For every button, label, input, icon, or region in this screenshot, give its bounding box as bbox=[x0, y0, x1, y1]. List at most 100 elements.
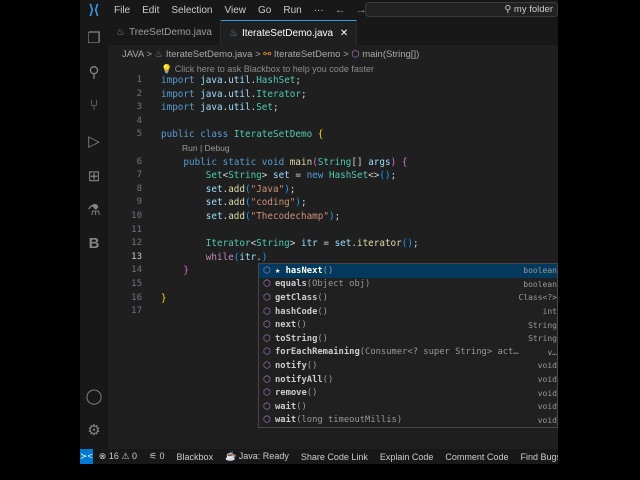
problems-indicator[interactable]: ⊗ 16 ⚠ 0 bbox=[93, 451, 143, 462]
line-number: 7 bbox=[136, 170, 142, 181]
status-blackbox[interactable]: Blackbox bbox=[171, 452, 220, 462]
status-explain-code[interactable]: Explain Code bbox=[374, 452, 440, 462]
extensions-icon[interactable]: ⊞ bbox=[80, 167, 108, 185]
tab-iteratesetdemo[interactable]: ♨ IterateSetDemo.java ✕ bbox=[220, 20, 358, 45]
lightbulb-icon: 💡 bbox=[161, 64, 173, 74]
account-icon[interactable]: ◯ bbox=[80, 387, 108, 405]
method-icon: ⬡ bbox=[263, 415, 271, 426]
code-token: String bbox=[256, 238, 290, 250]
blackbox-icon[interactable]: B bbox=[80, 235, 108, 252]
suggestion-name: equals bbox=[275, 279, 307, 290]
code-token: java bbox=[200, 102, 223, 114]
code-line[interactable]: set.add("Java"); bbox=[161, 184, 296, 195]
code-token: public bbox=[161, 129, 195, 141]
line-number: 16 bbox=[131, 292, 142, 303]
ports-count: 0 bbox=[159, 451, 165, 461]
code-line[interactable]: import java.util.Set; bbox=[161, 102, 279, 113]
breadcrumb-method[interactable]: main(String[]) bbox=[362, 49, 419, 60]
settings-gear-icon[interactable]: ⚙ bbox=[80, 421, 108, 439]
search-icon[interactable]: ⚲ bbox=[80, 63, 108, 81]
line-number: 4 bbox=[136, 115, 142, 126]
explorer-icon[interactable]: ❐ bbox=[80, 29, 108, 47]
suggestion-name: wait bbox=[275, 401, 297, 412]
code-line[interactable]: import java.util.Iterator; bbox=[161, 89, 307, 100]
status-find-bugs[interactable]: Find Bugs bbox=[514, 452, 558, 462]
code-token: [] bbox=[351, 156, 363, 168]
code-line[interactable]: while(itr.) bbox=[161, 251, 268, 263]
menu-run[interactable]: Run bbox=[277, 5, 307, 16]
method-icon: ⬡ bbox=[263, 279, 271, 290]
code-line[interactable]: } bbox=[161, 293, 167, 304]
status-java-ready[interactable]: ☕ Java: Ready bbox=[219, 451, 295, 462]
tab-label: TreeSetDemo.java bbox=[128, 27, 212, 38]
close-tab-icon[interactable]: ✕ bbox=[340, 28, 348, 39]
suggestion-item[interactable]: ⬡ notifyAll() void bbox=[259, 373, 557, 387]
suggestion-name: wait bbox=[275, 415, 297, 426]
suggestion-item[interactable]: ⬡ notify() void bbox=[259, 359, 557, 373]
back-arrow-icon[interactable]: ← bbox=[330, 4, 351, 16]
code-token: Set bbox=[256, 102, 273, 114]
menu-go[interactable]: Go bbox=[252, 5, 277, 16]
suggestion-type: Class<?> bbox=[518, 293, 557, 303]
suggestion-item[interactable]: ⬡ forEachRemaining (Consumer<? super Strin… bbox=[259, 346, 557, 360]
suggestion-item[interactable]: ⬡ wait() void bbox=[259, 400, 557, 414]
status-bar: ≻< ⊗ 16 ⚠ 0 ⚟ 0 Blackbox ☕ Java: Ready S… bbox=[80, 449, 558, 464]
source-control-icon[interactable]: ⑂ bbox=[80, 97, 108, 114]
code-line[interactable]: import java.util.HashSet; bbox=[161, 75, 301, 86]
line-number: 5 bbox=[136, 129, 142, 140]
code-token: ; bbox=[273, 102, 279, 114]
code-line[interactable]: Iterator<String> itr = set.iterator(); bbox=[161, 238, 419, 249]
suggestion-type: String bbox=[528, 334, 557, 344]
code-line[interactable]: set.add("coding"); bbox=[161, 197, 307, 208]
menu-edit[interactable]: Edit bbox=[136, 5, 165, 16]
run-debug-icon[interactable]: ▷ bbox=[80, 132, 108, 150]
suggestion-params: () bbox=[317, 306, 328, 317]
breadcrumb-class[interactable]: IterateSetDemo bbox=[274, 49, 341, 60]
suggestion-params: () bbox=[322, 374, 334, 385]
status-share-code-link[interactable]: Share Code Link bbox=[295, 452, 374, 462]
code-token: import bbox=[161, 102, 195, 114]
suggestion-item[interactable]: ⬡ ★ hasNext() boolean bbox=[259, 264, 557, 278]
suggestion-item[interactable]: ⬡ remove() void bbox=[259, 386, 557, 400]
code-token: Iterator bbox=[256, 88, 301, 100]
suggestion-params: () bbox=[317, 292, 328, 303]
code-line[interactable]: Set<String> set = new HashSet<>(); bbox=[161, 170, 396, 181]
suggestion-item[interactable]: ⬡ toString() String bbox=[259, 332, 557, 346]
suggestion-type: boolean bbox=[523, 266, 557, 276]
command-center-search[interactable]: ⚲ my folder bbox=[365, 2, 558, 17]
tab-treesetdemo[interactable]: ♨ TreeSetDemo.java bbox=[108, 20, 221, 45]
menu-view[interactable]: View bbox=[219, 5, 253, 16]
code-token: public bbox=[183, 156, 217, 168]
suggestion-type: int bbox=[542, 307, 557, 317]
testing-icon[interactable]: ⚗ bbox=[80, 201, 108, 219]
status-comment-code[interactable]: Comment Code bbox=[439, 452, 514, 462]
code-line[interactable]: public static void main(String[] args) { bbox=[161, 157, 407, 168]
code-token: itr bbox=[239, 251, 257, 263]
breadcrumb-java[interactable]: JAVA bbox=[122, 49, 144, 60]
menu-more[interactable]: ··· bbox=[308, 5, 330, 16]
code-token: HashSet bbox=[256, 75, 296, 86]
title-bar: ⟩⟨ File Edit Selection View Go Run ··· ←… bbox=[80, 0, 558, 20]
breadcrumb-sep: > bbox=[146, 49, 153, 60]
ports-indicator[interactable]: ⚟ 0 bbox=[143, 451, 171, 462]
suggestion-item[interactable]: ⬡ equals (Object obj) boolean bbox=[259, 278, 557, 292]
suggestion-item[interactable]: ⬡ hashCode() int bbox=[259, 305, 557, 319]
menu-selection[interactable]: Selection bbox=[165, 5, 218, 16]
suggestion-item[interactable]: ⬡ wait (long timeoutMillis) void bbox=[259, 414, 557, 428]
vscode-logo-icon: ⟩⟨ bbox=[88, 2, 100, 17]
codelens-run-debug[interactable]: Run | Debug bbox=[182, 143, 230, 153]
code-line[interactable]: } bbox=[161, 265, 189, 276]
code-token: iterator bbox=[356, 238, 402, 250]
code-token: <> bbox=[368, 170, 380, 182]
menu-file[interactable]: File bbox=[108, 5, 136, 16]
code-line[interactable]: public class IterateSetDemo { bbox=[161, 129, 323, 140]
remote-indicator-icon[interactable]: ≻< bbox=[80, 449, 93, 464]
blackbox-hint[interactable]: 💡 Click here to ask Blackbox to help you… bbox=[161, 64, 374, 75]
breadcrumb-file[interactable]: IterateSetDemo.java bbox=[166, 49, 253, 60]
suggestion-item[interactable]: ⬡ getClass() Class<?> bbox=[259, 291, 557, 305]
suggestion-params: (long timeoutMillis) bbox=[296, 415, 403, 426]
code-line[interactable]: set.add("Thecodechamp"); bbox=[161, 211, 340, 222]
code-token: String bbox=[317, 156, 352, 168]
suggestion-type: v… bbox=[547, 347, 557, 357]
suggestion-item[interactable]: ⬡ next() String bbox=[259, 318, 557, 332]
